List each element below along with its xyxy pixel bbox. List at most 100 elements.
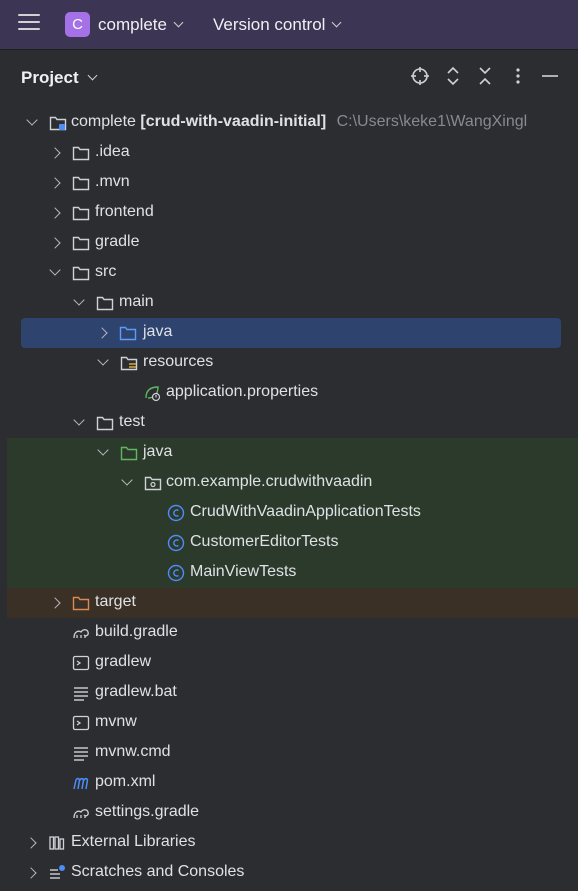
chevron-right-icon[interactable] [96, 327, 108, 339]
chevron-right-icon[interactable] [49, 597, 61, 609]
gradle-file-icon [73, 809, 89, 819]
chevron-down-icon[interactable] [73, 414, 85, 426]
folder-icon [72, 176, 90, 191]
chevron-down-icon[interactable] [97, 444, 109, 456]
tree-node-build-gradle[interactable]: build.gradle [0, 618, 578, 648]
node-label: settings.gradle [95, 803, 200, 820]
node-label: application.properties [166, 383, 319, 400]
tree-node-src[interactable]: src [0, 258, 578, 288]
project-panel-header: Project [0, 50, 578, 104]
expand-all-icon[interactable] [443, 66, 463, 86]
version-control-menu[interactable]: Version control [213, 15, 342, 35]
project-badge-icon[interactable]: C [65, 12, 90, 37]
root-path: C:\Users\keke1\WangXingl [336, 113, 528, 130]
tree-node-mvnw-cmd[interactable]: mvnw.cmd [0, 738, 578, 768]
tree-node-idea[interactable]: .idea [0, 138, 578, 168]
node-label: MainViewTests [190, 563, 297, 580]
node-label: Scratches and Consoles [71, 863, 245, 880]
package-icon [144, 476, 162, 491]
tree-node-main[interactable]: main [0, 288, 578, 318]
folder-icon [72, 236, 90, 251]
folder-icon [72, 146, 90, 161]
tree-node-application-properties[interactable]: application.properties [0, 378, 578, 408]
tree-node-mvnw[interactable]: mvnw [0, 708, 578, 738]
project-selector[interactable]: complete [98, 15, 184, 35]
tree-node-test-class-3[interactable]: MainViewTests [7, 558, 578, 588]
node-label: frontend [95, 203, 154, 220]
tree-node-target[interactable]: target [7, 588, 578, 618]
tree-node-gradle[interactable]: gradle [0, 228, 578, 258]
node-label: gradle [95, 233, 140, 250]
tree-node-package[interactable]: com.example.crudwithvaadin [7, 468, 578, 498]
hide-panel-icon[interactable] [540, 66, 560, 86]
chevron-right-icon[interactable] [49, 237, 61, 249]
folder-icon [72, 206, 90, 221]
tree-node-external-libraries[interactable]: External Libraries [0, 828, 578, 858]
collapse-all-icon[interactable] [475, 66, 495, 86]
node-label: .mvn [95, 173, 130, 190]
shell-script-icon [72, 655, 90, 671]
resources-folder-icon [120, 356, 138, 371]
version-control-label: Version control [213, 15, 326, 34]
chevron-right-icon[interactable] [25, 837, 37, 849]
node-label: External Libraries [71, 833, 196, 850]
node-label: resources [143, 353, 214, 370]
node-label: gradlew.bat [95, 683, 177, 700]
chevron-down-icon [87, 70, 98, 81]
chevron-down-icon[interactable] [49, 264, 61, 276]
library-icon [49, 836, 65, 850]
shell-script-icon [72, 715, 90, 731]
java-class-icon [167, 504, 185, 522]
root-name: complete [71, 113, 136, 130]
tree-node-test-class-1[interactable]: CrudWithVaadinApplicationTests [7, 498, 578, 528]
maven-icon [73, 777, 89, 790]
tree-node-test-class-2[interactable]: CustomerEditorTests [7, 528, 578, 558]
chevron-down-icon[interactable] [73, 294, 85, 306]
tree-node-settings-gradle[interactable]: settings.gradle [0, 798, 578, 828]
tree-node-gradlew-bat[interactable]: gradlew.bat [0, 678, 578, 708]
more-options-icon[interactable] [508, 66, 528, 86]
node-label: main [119, 293, 154, 310]
main-menu-icon[interactable] [18, 14, 40, 34]
tree-node-root[interactable]: complete [crud-with-vaadin-initial] C:\U… [0, 108, 578, 138]
node-label: target [95, 593, 136, 610]
spring-properties-icon [145, 386, 161, 402]
chevron-right-icon[interactable] [49, 207, 61, 219]
node-label: build.gradle [95, 623, 178, 640]
node-label: .idea [95, 143, 130, 160]
node-label: java [143, 443, 173, 460]
node-label: gradlew [95, 653, 152, 670]
node-label: CustomerEditorTests [190, 533, 339, 550]
tree-node-test-java[interactable]: java [7, 438, 578, 468]
tree-node-gradlew[interactable]: gradlew [0, 648, 578, 678]
gradle-file-icon [73, 629, 89, 639]
tree-node-resources[interactable]: resources [0, 348, 578, 378]
tree-node-mvn[interactable]: .mvn [0, 168, 578, 198]
java-class-icon [167, 534, 185, 552]
project-view-selector[interactable]: Project [21, 68, 98, 88]
chevron-down-icon[interactable] [121, 474, 133, 486]
tree-node-frontend[interactable]: frontend [0, 198, 578, 228]
module-folder-icon [49, 116, 67, 131]
node-label: pom.xml [95, 773, 156, 790]
node-label: src [95, 263, 117, 280]
tree-node-scratches[interactable]: Scratches and Consoles [0, 858, 578, 888]
tree-node-main-java[interactable]: java [21, 318, 561, 348]
folder-icon [96, 416, 114, 431]
tree-node-pom-xml[interactable]: pom.xml [0, 768, 578, 798]
locate-file-icon[interactable] [410, 66, 430, 86]
main-toolbar: C complete Version control [0, 0, 578, 50]
project-name-label: complete [98, 15, 167, 34]
node-label: mvnw [95, 713, 137, 730]
panel-title: Project [21, 68, 79, 87]
tree-node-test[interactable]: test [0, 408, 578, 438]
chevron-down-icon[interactable] [26, 114, 38, 126]
chevron-right-icon[interactable] [49, 147, 61, 159]
chevron-right-icon[interactable] [49, 177, 61, 189]
chevron-down-icon[interactable] [97, 354, 109, 366]
chevron-down-icon [173, 17, 184, 28]
java-class-icon [167, 564, 185, 582]
node-label: java [143, 323, 173, 340]
node-label: com.example.crudwithvaadin [166, 473, 373, 490]
chevron-right-icon[interactable] [25, 867, 37, 879]
